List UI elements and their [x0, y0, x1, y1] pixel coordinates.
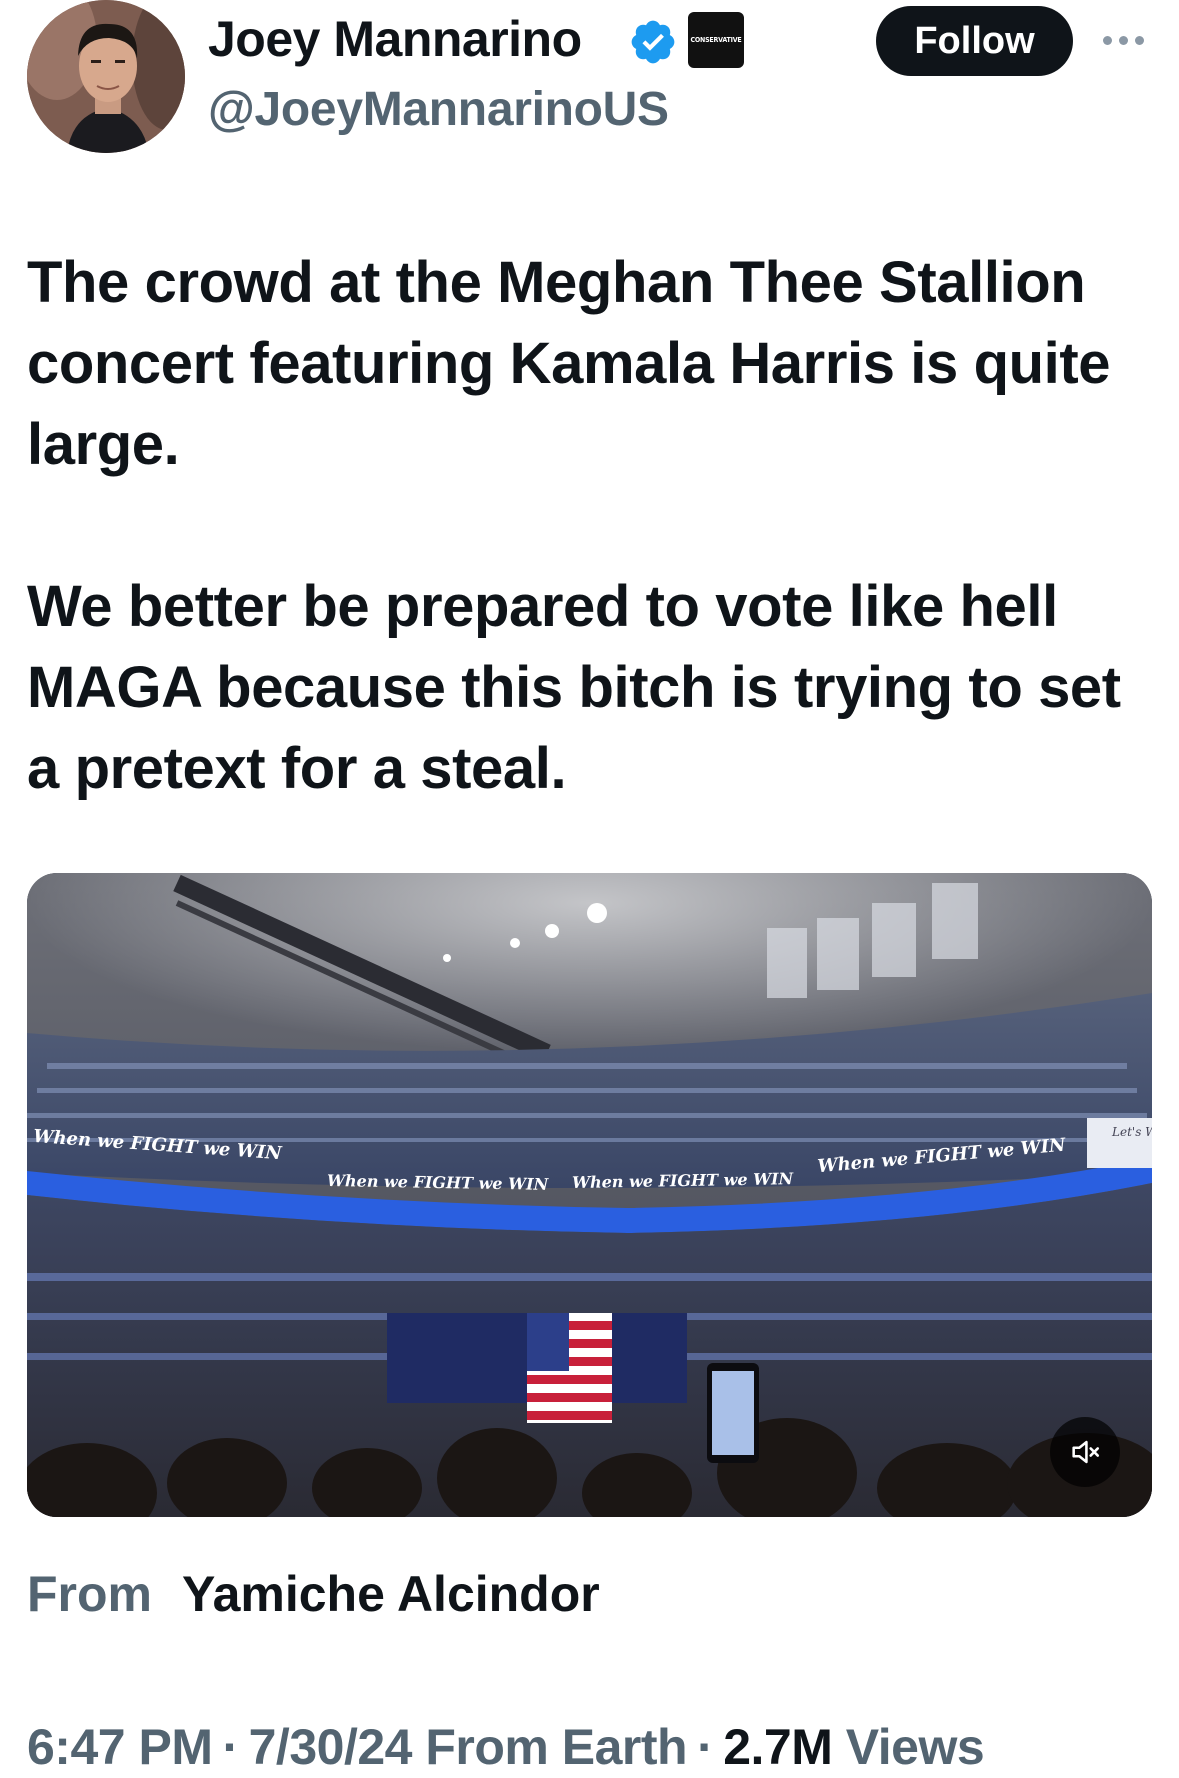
- tweet-meta: 6:47 PM · 7/30/24 From Earth · 2.7M Views: [27, 1718, 985, 1776]
- led-banner-text: When we FIGHT we WIN: [326, 1170, 549, 1194]
- tweet-video[interactable]: When we FIGHT we WIN When we FIGHT we WI…: [27, 873, 1152, 1517]
- tweet-view: Joey Mannarino CONSERVATIVE @JoeyMannari…: [0, 0, 1179, 1778]
- tweet-time[interactable]: 6:47 PM: [27, 1719, 213, 1775]
- speaker-muted-icon: [1072, 1440, 1100, 1464]
- banner-corner-text: Let's W: [1112, 1125, 1152, 1139]
- tweet-date[interactable]: 7/30/24: [249, 1719, 413, 1775]
- verified-badge-icon: [631, 20, 675, 64]
- tweet-text: The crowd at the Meghan Thee Stallion co…: [27, 242, 1157, 809]
- source-label: From: [27, 1566, 152, 1622]
- views-count: 2.7M: [723, 1719, 833, 1775]
- mute-button[interactable]: [1050, 1417, 1120, 1487]
- affiliation-badge-text: CONSERVATIVE: [690, 36, 742, 44]
- avatar-photo: [27, 0, 185, 153]
- led-banner-text: When we FIGHT we WIN: [571, 1169, 794, 1193]
- separator-dot: ·: [697, 1719, 714, 1775]
- more-options-icon[interactable]: [1103, 32, 1147, 48]
- follow-button[interactable]: Follow: [876, 6, 1073, 76]
- separator-dot: ·: [222, 1719, 239, 1775]
- affiliation-badge[interactable]: CONSERVATIVE: [688, 12, 744, 68]
- tweet-paragraph: The crowd at the Meghan Thee Stallion co…: [27, 250, 1111, 477]
- author-display-name[interactable]: Joey Mannarino: [208, 10, 582, 68]
- author-handle[interactable]: @JoeyMannarinoUS: [208, 82, 669, 137]
- views-label: Views: [845, 1719, 985, 1775]
- tweet-location: From Earth: [425, 1719, 688, 1775]
- arena-crowd-image: [27, 873, 1152, 1517]
- source-name[interactable]: Yamiche Alcindor: [182, 1566, 600, 1622]
- tweet-paragraph: We better be prepared to vote like hell …: [27, 574, 1121, 801]
- author-avatar[interactable]: [27, 0, 185, 153]
- video-source: From Yamiche Alcindor: [27, 1565, 600, 1623]
